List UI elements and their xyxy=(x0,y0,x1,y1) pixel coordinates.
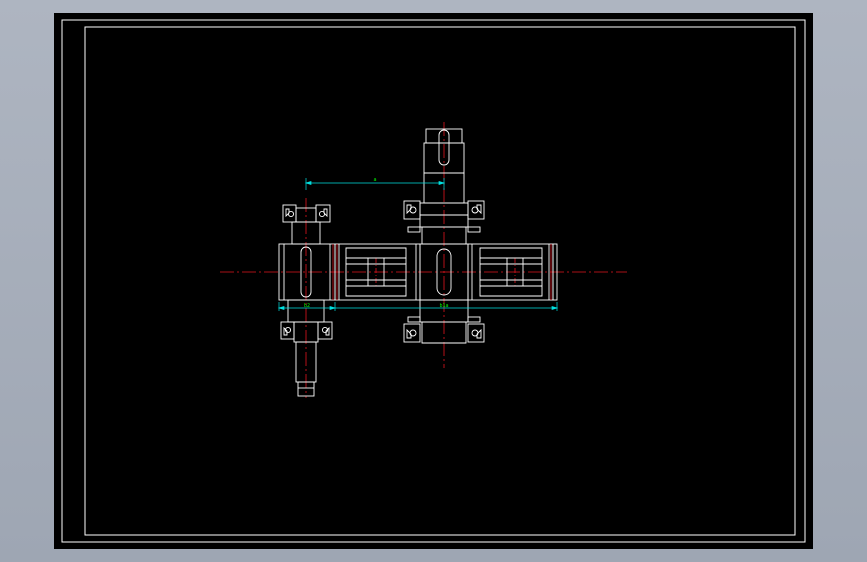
drawing-sheet xyxy=(54,13,813,549)
center-distance-label: a xyxy=(373,177,376,183)
cad-viewport[interactable]: a b2 b1a xyxy=(0,0,867,562)
right-gear-width-label: b1a xyxy=(439,303,448,309)
drawing-canvas[interactable]: a b2 b1a xyxy=(0,0,867,562)
left-gear-width-label: b2 xyxy=(304,303,310,309)
